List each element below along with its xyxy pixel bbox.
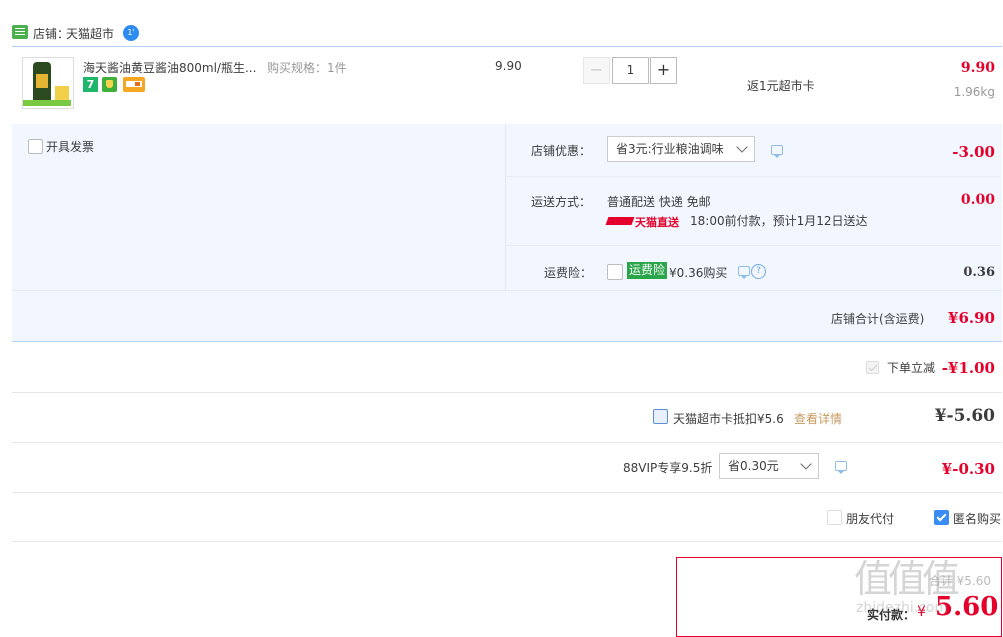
- divider: [12, 290, 1002, 291]
- product-spec: 购买规格：1件: [267, 61, 347, 75]
- chevron-down-icon: [736, 141, 748, 153]
- divider: [12, 46, 1002, 47]
- card-payment-icon: [123, 77, 145, 92]
- message-icon[interactable]: [738, 266, 750, 279]
- vip-discount-value-amount: ¥-0.30: [941, 460, 995, 478]
- divider: [506, 176, 1000, 177]
- friend-pay-checkbox[interactable]: [827, 510, 842, 525]
- card-details-link[interactable]: 查看详情: [794, 410, 842, 427]
- product-thumbnail[interactable]: [22, 57, 74, 109]
- supermarket-card-value: ¥-5.60: [934, 406, 995, 426]
- shipping-label: 运送方式：: [531, 195, 592, 209]
- shop-name-link[interactable]: 天猫超市: [66, 25, 114, 42]
- insurance-label: 运费险：: [544, 266, 593, 280]
- invoice-checkbox[interactable]: [28, 139, 43, 154]
- decrease-button[interactable]: −: [583, 57, 610, 84]
- item-weight: 1.96kg: [953, 85, 995, 99]
- shop-discount-label: 店铺优惠：: [531, 144, 592, 158]
- seven-day-return-icon: 7: [83, 77, 98, 92]
- tmall-direct-logo: 天猫直送: [605, 214, 679, 229]
- insurance-tag: 运费险: [627, 262, 668, 279]
- anonymous-label: 匿名购买: [953, 512, 1002, 526]
- instant-discount-value: -¥1.00: [941, 359, 995, 377]
- insurance-checkbox[interactable]: [607, 264, 623, 280]
- item-subtotal: 9.90: [960, 60, 995, 76]
- divider: [12, 442, 1002, 443]
- payment-summary-box: 合计 ¥5.60 实付款： ¥ 5.60: [676, 557, 1002, 637]
- quantity-input[interactable]: 1: [612, 57, 649, 84]
- vip-label: 88VIP专享9.5折: [623, 461, 713, 475]
- quantity-stepper: − 1 +: [583, 57, 679, 84]
- increase-button[interactable]: +: [650, 57, 677, 84]
- unit-price: 9.90: [495, 59, 522, 73]
- shop-total-value: ¥6.90: [948, 309, 995, 327]
- shipping-method: 普通配送 快递 免邮: [607, 195, 711, 209]
- shop-discount-amount: -3.00: [952, 143, 995, 161]
- message-icon[interactable]: [835, 461, 847, 474]
- payment-faded-text: 合计 ¥5.60: [928, 574, 991, 588]
- anonymous-checkbox[interactable]: [934, 510, 949, 525]
- shipping-eta: 18:00前付款，预计1月12日送达: [690, 214, 868, 228]
- guarantee-icon: [102, 77, 117, 92]
- instant-discount-checkbox: [866, 361, 879, 374]
- divider: [506, 245, 1000, 246]
- payment-label: 实付款：: [867, 608, 916, 622]
- friend-pay-label: 朋友代付: [846, 512, 895, 526]
- shop-discount-select[interactable]: 省3元:行业粮油调味: [607, 136, 755, 162]
- invoice-label: 开具发票: [46, 140, 95, 154]
- divider: [12, 392, 1002, 393]
- vip-discount-value: 省0.30元: [728, 459, 779, 473]
- divider: [12, 541, 1002, 542]
- truck-icon: [605, 217, 635, 225]
- chevron-down-icon: [800, 458, 812, 470]
- shop-discount-value: 省3元:行业粮油调味: [616, 142, 724, 156]
- panel-vertical-divider: [505, 124, 506, 290]
- rebate-text: 返1元超市卡: [747, 79, 815, 93]
- shipping-amount: 0.00: [960, 192, 995, 208]
- instant-discount-label: 下单立减: [887, 361, 936, 375]
- shop-total-label: 店铺合计(含运费): [831, 312, 925, 326]
- divider: [12, 492, 1002, 493]
- insurance-amount: 0.36: [963, 265, 995, 280]
- payment-currency: ¥: [917, 604, 926, 620]
- insurance-text: ¥0.36购买: [669, 266, 728, 280]
- message-icon[interactable]: [771, 145, 783, 158]
- payment-amount: 5.60: [935, 592, 999, 622]
- shop-icon: [12, 25, 28, 39]
- tmall-direct-brand: 天猫直送: [635, 216, 679, 229]
- chat-icon[interactable]: 1': [123, 25, 139, 41]
- product-title[interactable]: 海天酱油黄豆酱油800ml/瓶生...: [83, 59, 256, 76]
- help-icon[interactable]: ?: [751, 264, 766, 279]
- vip-discount-select[interactable]: 省0.30元: [719, 453, 819, 479]
- shop-label: 店铺：: [33, 27, 70, 41]
- supermarket-card-label: 天猫超市卡抵扣¥5.6: [673, 412, 784, 426]
- supermarket-card-checkbox[interactable]: [653, 409, 668, 424]
